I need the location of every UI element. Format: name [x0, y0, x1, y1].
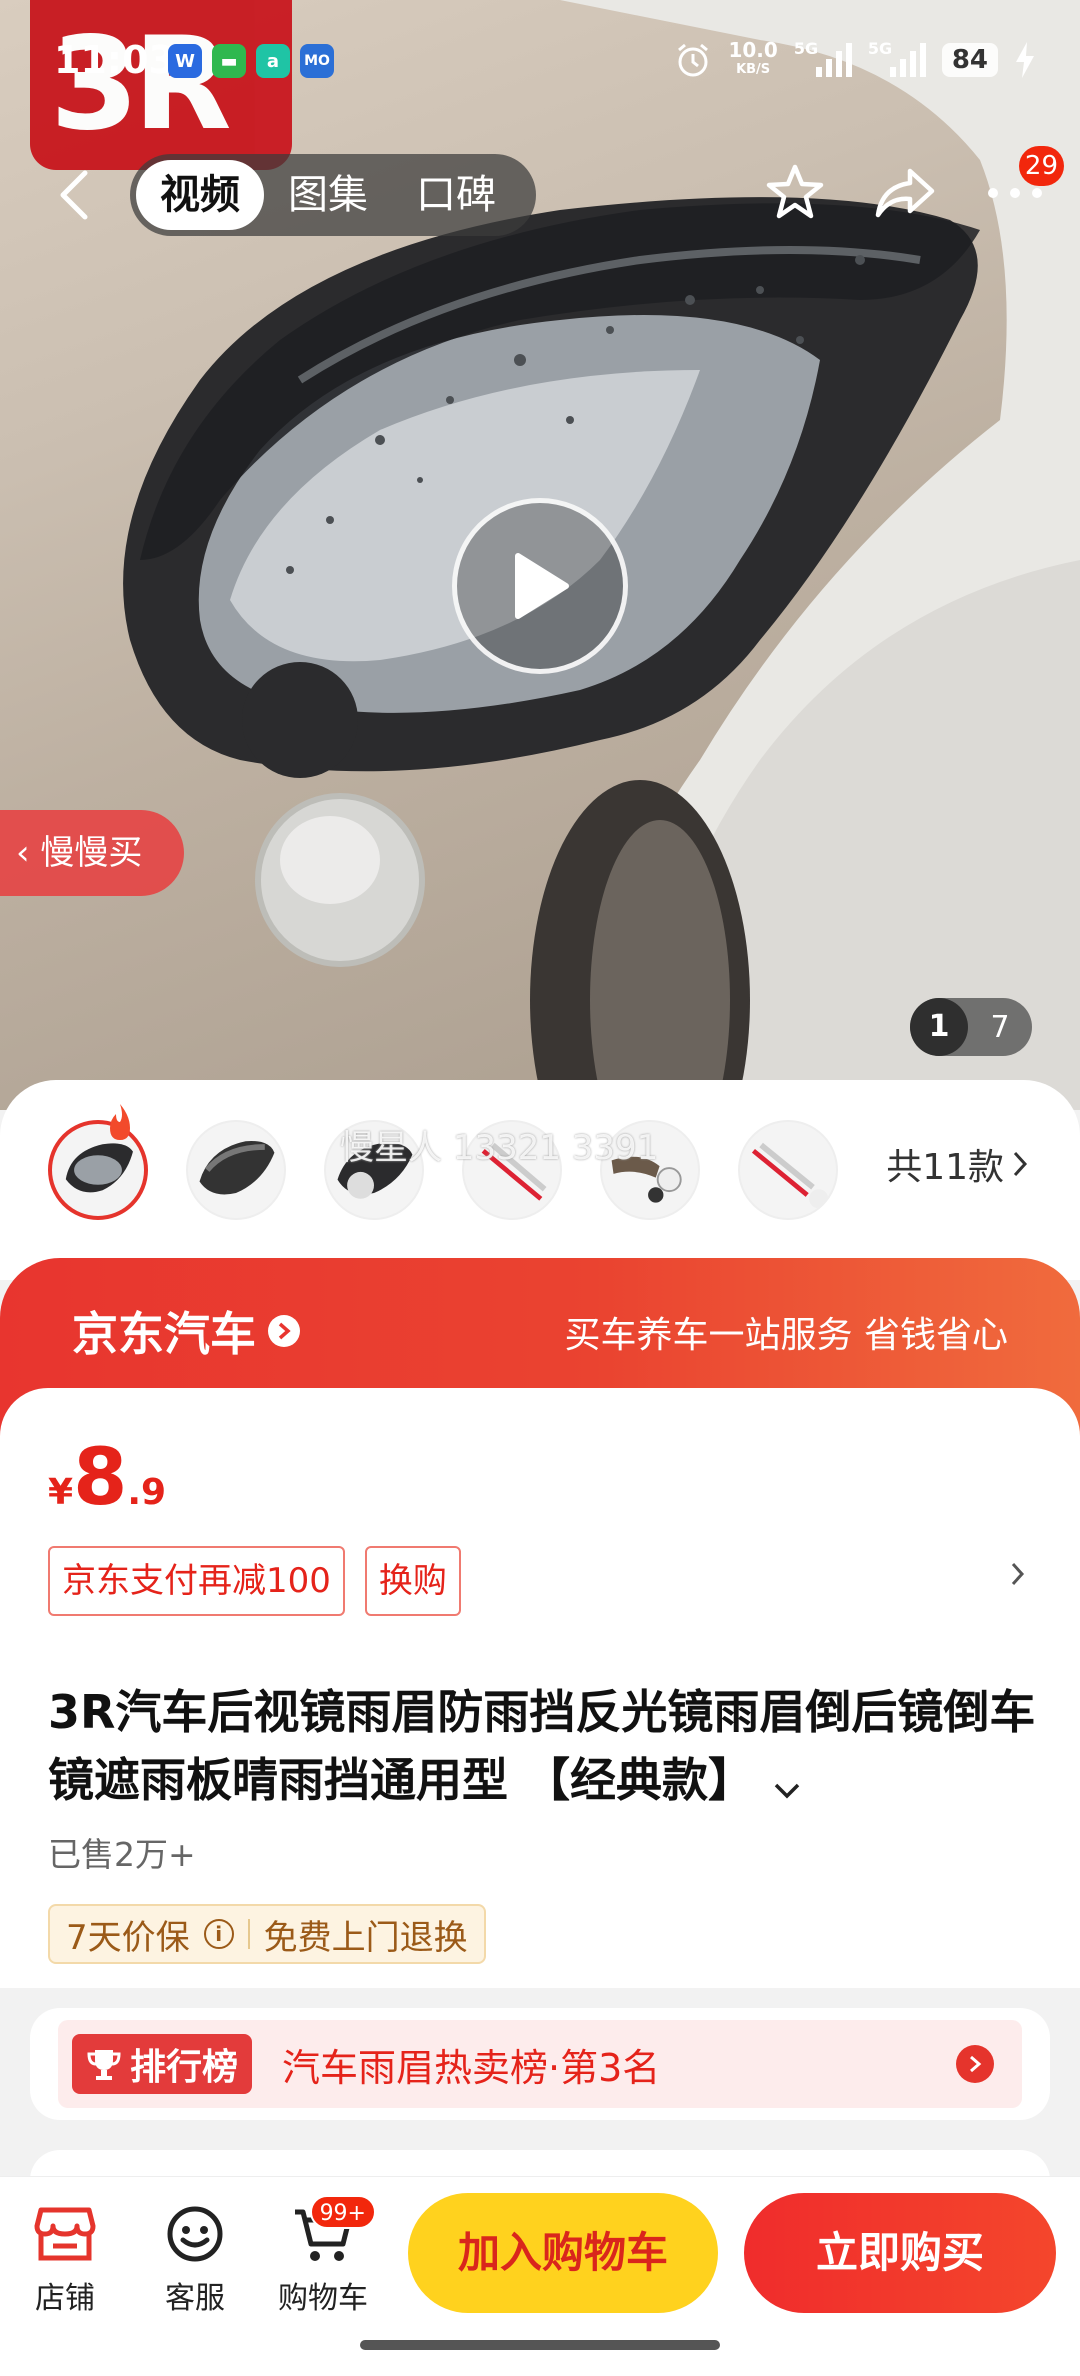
more-button[interactable]: 29 — [980, 146, 1064, 228]
top-navigation: 视频 图集 口碑 29 — [0, 146, 1080, 240]
add-to-cart-button[interactable]: 加入购物车 — [408, 2193, 718, 2313]
star-icon — [766, 164, 824, 219]
charging-icon — [1016, 42, 1034, 78]
shop-icon — [34, 2207, 96, 2261]
tab-video[interactable]: 视频 — [136, 160, 264, 230]
price: ¥ 8 .9 — [48, 1438, 166, 1518]
more-dots-icon — [988, 188, 1042, 198]
service-guarantee[interactable]: 7天价保 i 免费上门退换 — [48, 1904, 486, 1964]
share-button[interactable] — [870, 158, 940, 228]
image-counter: 1 7 — [910, 998, 1032, 1056]
price-decimal: .9 — [127, 1472, 167, 1513]
jd-auto-label: 京东汽车 — [72, 1307, 256, 1361]
customer-service-label: 客服 — [165, 2281, 225, 2316]
promo-tag-jdpay[interactable]: 京东支付再减100 — [48, 1546, 345, 1616]
watermark: 慢星人 13321 3391 — [340, 1128, 659, 1168]
battery-level: 84 — [941, 43, 998, 77]
price-protect-label: 7天价保 — [66, 1917, 190, 1958]
signal-icon: 5G — [868, 39, 926, 77]
free-return-label: 免费上门退换 — [263, 1917, 468, 1958]
ranking-bar[interactable]: 排行榜 汽车雨眉热卖榜·第3名 — [58, 2020, 1022, 2108]
signal-label: 5G — [867, 39, 893, 58]
slow-buy-tag[interactable]: ‹ 慢慢买 — [0, 810, 184, 896]
status-time: 11:03 — [54, 38, 175, 82]
jd-auto-slogan: 买车养车一站服务 省钱省心 — [564, 1315, 1008, 1356]
shop-button[interactable]: 店铺 — [10, 2195, 120, 2317]
tab-gallery[interactable]: 图集 — [264, 160, 392, 230]
image-total: 7 — [990, 1009, 1010, 1045]
info-icon: i — [203, 1919, 234, 1949]
cart-count-badge: 99+ — [309, 2195, 376, 2229]
divider — [247, 1919, 250, 1949]
product-title-text: 3R汽车后视镜雨眉防雨挡反光镜雨眉倒后镜倒车镜遮雨板晴雨挡通用型 【经典款】 — [48, 1685, 1036, 1807]
cart-label: 购物车 — [278, 2281, 368, 2316]
chevron-right-icon — [1013, 1151, 1028, 1177]
buy-now-button[interactable]: 立即购买 — [744, 2193, 1056, 2313]
promo-more-button[interactable] — [1010, 1560, 1026, 1592]
cart-button[interactable]: 99+ 购物车 — [268, 2195, 378, 2317]
slow-buy-label: 慢慢买 — [40, 833, 143, 873]
chevron-right-icon — [970, 2055, 982, 2073]
media-tabs: 视频 图集 口碑 — [130, 154, 536, 236]
price-currency: ¥ — [48, 1472, 74, 1513]
ranking-text: 汽车雨眉热卖榜·第3名 — [282, 2045, 661, 2090]
ranking-card: 排行榜 汽车雨眉热卖榜·第3名 — [30, 2008, 1050, 2120]
ranking-badge-label: 排行榜 — [130, 2047, 239, 2088]
status-bar: 11:03 W ▬ a MO 10.0 KB/S 5G 5G 84 — [0, 0, 1080, 120]
back-button[interactable] — [40, 160, 110, 230]
chevron-down-icon — [772, 1750, 802, 1818]
alarm-icon — [678, 43, 709, 77]
price-integer: 8 — [73, 1433, 128, 1523]
status-right: 10.0 KB/S 5G 5G 84 — [674, 39, 1036, 80]
tab-reviews[interactable]: 口碑 — [392, 160, 520, 230]
product-info-card: ¥ 8 .9 京东支付再减100 换购 3R汽车后视镜雨眉防雨挡反光镜雨眉倒后镜… — [0, 1388, 1080, 1988]
nav-actions: 29 — [760, 146, 1064, 228]
hot-flame-icon — [110, 1104, 130, 1140]
net-speed: 10.0 KB/S — [728, 40, 777, 80]
favorite-button[interactable] — [760, 158, 830, 228]
trophy-icon — [87, 2050, 121, 2080]
weibo-icon: W — [168, 44, 202, 78]
message-icon: ▬ — [212, 44, 246, 78]
product-media-hero[interactable]: 3R 11:03 W ▬ a MO 10.0 KB/S 5G 5G 84 视频 … — [0, 0, 1080, 1110]
promo-tag-exchange[interactable]: 换购 — [364, 1546, 461, 1616]
shop-label: 店铺 — [35, 2281, 95, 2316]
mo-app-icon: MO — [300, 44, 334, 78]
ranking-badge: 排行榜 — [72, 2034, 253, 2094]
share-icon — [875, 168, 935, 218]
image-index: 1 — [910, 998, 968, 1056]
variant-thumb[interactable] — [738, 1120, 838, 1220]
signal-label: 5G — [793, 39, 819, 58]
variant-total-button[interactable]: 共11款 — [886, 1138, 1028, 1190]
home-indicator[interactable] — [360, 2340, 720, 2350]
chevron-right-icon — [1011, 1562, 1025, 1586]
sold-count: 已售2万+ — [48, 1835, 196, 1874]
chevron-left-icon: ‹ — [16, 833, 30, 873]
play-video-button[interactable] — [452, 498, 628, 674]
variant-total-label: 共11款 — [886, 1147, 1004, 1188]
ranking-go-button[interactable] — [956, 2045, 994, 2083]
a-app-icon: a — [256, 44, 290, 78]
net-speed-unit: KB/S — [736, 62, 771, 77]
play-icon — [515, 553, 569, 619]
jd-auto-title: 京东汽车 — [72, 1298, 300, 1364]
net-speed-value: 10.0 — [728, 38, 778, 62]
status-app-icons: W ▬ a MO — [168, 44, 334, 78]
signal-icon: 5G — [794, 39, 852, 77]
notification-badge: 29 — [1018, 146, 1064, 186]
customer-service-icon — [167, 2206, 223, 2262]
chevron-right-circle-icon — [268, 1315, 300, 1347]
product-title[interactable]: 3R汽车后视镜雨眉防雨挡反光镜雨眉倒后镜倒车镜遮雨板晴雨挡通用型 【经典款】 — [48, 1678, 1038, 1818]
chevron-left-icon — [60, 170, 88, 220]
customer-service-button[interactable]: 客服 — [140, 2195, 250, 2317]
variant-thumb[interactable] — [186, 1120, 286, 1220]
promo-tags: 京东支付再减100 换购 — [48, 1546, 461, 1616]
variant-selector: 慢星人 13321 3391 共11款 — [0, 1080, 1080, 1280]
